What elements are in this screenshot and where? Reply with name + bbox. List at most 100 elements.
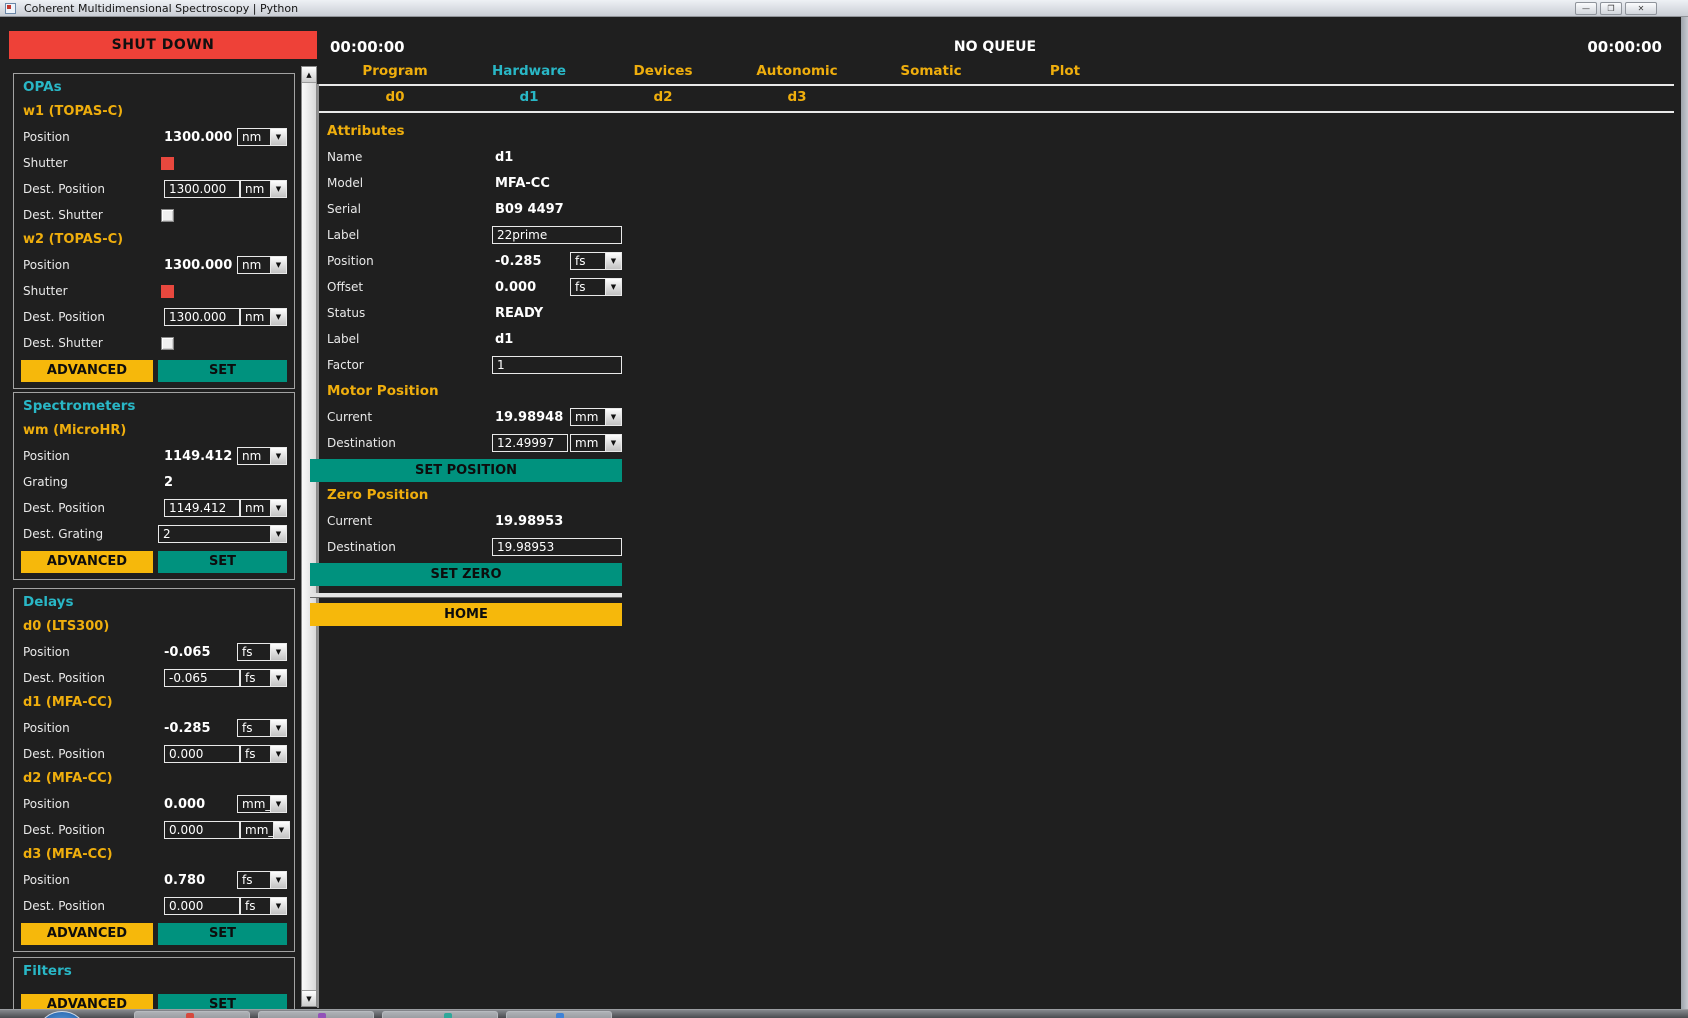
- model-row: Model MFA-CC: [310, 170, 622, 196]
- shutdown-button[interactable]: SHUT DOWN: [9, 31, 317, 59]
- d2-dest-unit-select[interactable]: mm_ ▼: [240, 821, 290, 839]
- field-value: 0.780: [164, 873, 205, 888]
- field-label: Dest. Position: [23, 899, 158, 913]
- label-input[interactable]: [492, 226, 622, 244]
- subtab-d1[interactable]: d1: [462, 89, 596, 107]
- purple-app-icon: [318, 1013, 326, 1018]
- wm-dest-grating-select[interactable]: 2 ▼: [158, 525, 287, 543]
- d2-dest-position-input[interactable]: [164, 821, 240, 839]
- motor-current-row: Current 19.98948 mm ▼: [310, 404, 622, 430]
- wm-dest-unit-select[interactable]: nm ▼: [240, 499, 287, 517]
- section-title-spectrometers: Spectrometers: [14, 393, 294, 419]
- tab-plot[interactable]: Plot: [998, 63, 1132, 81]
- tabs-underline: [317, 84, 1674, 86]
- chevron-down-icon: ▼: [270, 898, 286, 914]
- wm-dest-position-input[interactable]: [164, 499, 240, 517]
- subtab-d3[interactable]: d3: [730, 89, 864, 107]
- taskbar-app-button[interactable]: [258, 1011, 374, 1018]
- scroll-up-button[interactable]: ▲: [302, 67, 316, 83]
- spectrometers-advanced-button[interactable]: ADVANCED: [21, 551, 153, 573]
- d3-dest-unit-select[interactable]: fs ▼: [240, 897, 287, 915]
- w1-dest-position-input[interactable]: [164, 180, 240, 198]
- tab-devices[interactable]: Devices: [596, 63, 730, 81]
- motor-destination-input[interactable]: [492, 434, 568, 452]
- wm-position-unit-select[interactable]: nm ▼: [237, 447, 287, 465]
- zero-destination-row: Destination: [310, 534, 622, 560]
- zero-destination-input[interactable]: [492, 538, 622, 556]
- unit-value: mm: [571, 410, 605, 424]
- scroll-down-button[interactable]: ▼: [302, 990, 316, 1006]
- w1-dest-shutter-checkbox[interactable]: [161, 209, 174, 222]
- titlebar: Coherent Multidimensional Spectroscopy |…: [0, 0, 1688, 17]
- position-row: Position -0.285 fs ▼: [310, 248, 622, 274]
- d0-dest-unit-select[interactable]: fs ▼: [240, 669, 287, 687]
- field-value: 0.000: [164, 797, 205, 812]
- motor-destination-unit-select[interactable]: mm ▼: [570, 434, 622, 452]
- minimize-button[interactable]: —: [1575, 2, 1597, 15]
- opas-set-button[interactable]: SET: [158, 360, 287, 382]
- d0-dest-position-input[interactable]: [164, 669, 240, 687]
- offset-row: Offset 0.000 fs ▼: [310, 274, 622, 300]
- d2-position-unit-select[interactable]: mm_ ▼: [237, 795, 287, 813]
- chevron-down-icon: ▼: [270, 448, 286, 464]
- home-button[interactable]: HOME: [310, 603, 622, 626]
- subtab-d2[interactable]: d2: [596, 89, 730, 107]
- w2-dest-position-input[interactable]: [164, 308, 240, 326]
- field-label: Position: [23, 645, 158, 659]
- section-title-delays: Delays: [14, 589, 294, 615]
- delays-buttons: ADVANCED SET: [14, 919, 294, 945]
- d3-dest-position-row: Dest. Position fs ▼: [14, 893, 294, 919]
- w2-position-unit-select[interactable]: nm ▼: [237, 256, 287, 274]
- restore-button[interactable]: ❐: [1600, 2, 1622, 15]
- field-label: Serial: [327, 202, 495, 216]
- wm-position-row: Position 1149.412 nm ▼: [14, 443, 294, 469]
- w1-dest-unit-select[interactable]: nm ▼: [240, 180, 287, 198]
- d3-position-unit-select[interactable]: fs ▼: [237, 871, 287, 889]
- w2-dest-unit-select[interactable]: nm ▼: [240, 308, 287, 326]
- label2-row: Label d1: [310, 326, 622, 352]
- window-title: Coherent Multidimensional Spectroscopy |…: [24, 2, 298, 15]
- field-label: Position: [23, 797, 158, 811]
- taskbar-app-button[interactable]: [382, 1011, 498, 1018]
- tab-somatic[interactable]: Somatic: [864, 63, 998, 81]
- set-zero-button[interactable]: SET ZERO: [310, 563, 622, 586]
- tab-autonomic[interactable]: Autonomic: [730, 63, 864, 81]
- factor-input[interactable]: [492, 356, 622, 374]
- group-d0: d0 (LTS300): [14, 615, 294, 639]
- tab-program[interactable]: Program: [328, 63, 462, 81]
- delays-advanced-button[interactable]: ADVANCED: [21, 923, 153, 945]
- field-value: 0.000: [495, 280, 536, 295]
- chevron-down-icon: ▼: [270, 644, 286, 660]
- w1-dest-position-row: Dest. Position nm ▼: [14, 176, 294, 202]
- opas-advanced-button[interactable]: ADVANCED: [21, 360, 153, 382]
- field-label: Dest. Position: [23, 501, 158, 515]
- position-unit-select[interactable]: fs ▼: [570, 252, 622, 270]
- tab-hardware[interactable]: Hardware: [462, 63, 596, 81]
- field-label: Dest. Position: [23, 747, 158, 761]
- spectrometers-set-button[interactable]: SET: [158, 551, 287, 573]
- red-app-icon: [186, 1013, 194, 1018]
- w2-shutter-row: Shutter: [14, 278, 294, 304]
- motor-current-unit-select[interactable]: mm ▼: [570, 408, 622, 426]
- d1-dest-unit-select[interactable]: fs ▼: [240, 745, 287, 763]
- d3-dest-position-input[interactable]: [164, 897, 240, 915]
- field-value: d1: [495, 332, 513, 347]
- w1-position-unit-select[interactable]: nm ▼: [237, 128, 287, 146]
- d0-position-unit-select[interactable]: fs ▼: [237, 643, 287, 661]
- chevron-down-icon: ▼: [605, 409, 621, 425]
- d1-position-unit-select[interactable]: fs ▼: [237, 719, 287, 737]
- field-label: Current: [327, 514, 495, 528]
- set-position-button[interactable]: SET POSITION: [310, 459, 622, 482]
- group-d1: d1 (MFA-CC): [14, 691, 294, 715]
- w2-dest-shutter-checkbox[interactable]: [161, 337, 174, 350]
- delays-set-button[interactable]: SET: [158, 923, 287, 945]
- field-label: Shutter: [23, 284, 158, 298]
- offset-unit-select[interactable]: fs ▼: [570, 278, 622, 296]
- chevron-down-icon: ▼: [270, 309, 286, 325]
- subtab-d0[interactable]: d0: [328, 89, 462, 107]
- d1-dest-position-input[interactable]: [164, 745, 240, 763]
- field-value: 1149.412: [164, 449, 232, 464]
- field-label: Offset: [327, 280, 495, 294]
- unit-value: nm: [241, 310, 270, 324]
- close-button[interactable]: ✕: [1625, 2, 1657, 15]
